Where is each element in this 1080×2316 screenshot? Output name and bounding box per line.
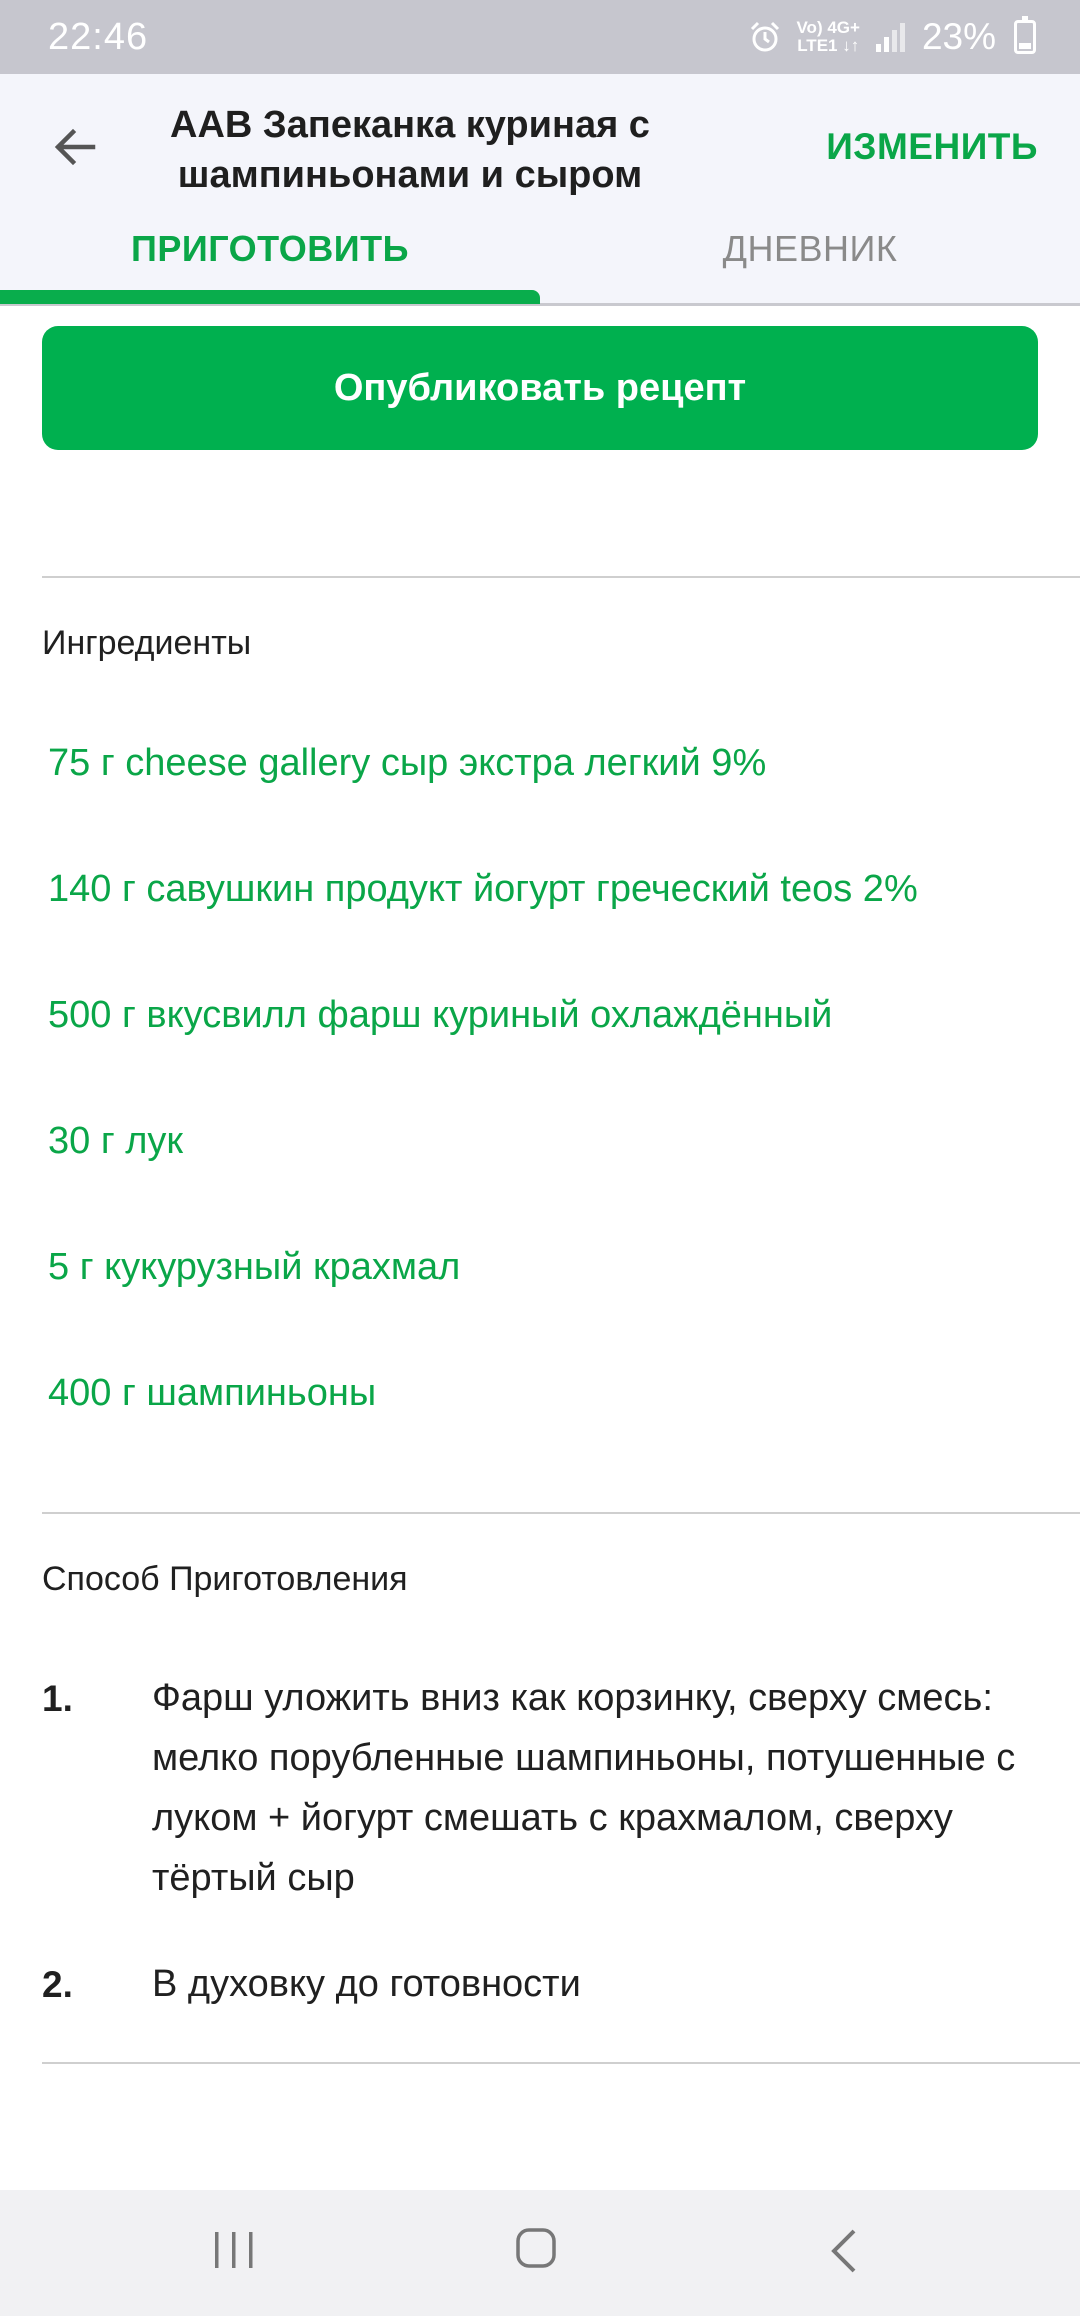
divider xyxy=(42,2062,1080,2064)
divider xyxy=(42,576,1080,578)
divider xyxy=(42,1512,1080,1514)
status-icons: Vo) 4G+ LTE1 ↓↑ 23% xyxy=(748,16,1036,58)
navigation-bar xyxy=(0,2190,1080,2316)
step-number: 2. xyxy=(42,1964,73,2005)
step-text: В духовку до готовности xyxy=(152,1963,581,2005)
active-tab-indicator xyxy=(0,290,540,304)
home-icon[interactable] xyxy=(514,2226,558,2270)
battery-icon xyxy=(1014,16,1036,54)
arrow-left-icon xyxy=(54,128,96,166)
step-text: Фарш уложить вниз как корзинку, сверху с… xyxy=(152,1677,1016,1899)
signal-icon xyxy=(875,23,905,52)
status-time: 22:46 xyxy=(48,15,149,58)
ingredients-title: Ингредиенты xyxy=(42,624,252,662)
recents-icon[interactable] xyxy=(212,2228,256,2272)
ingredient-item[interactable]: 400 г шампиньоны xyxy=(48,1372,376,1415)
battery-level xyxy=(1019,42,1031,49)
back-button[interactable] xyxy=(40,112,110,182)
tab-diary[interactable]: ДНЕВНИК xyxy=(540,226,1080,303)
page-title: AAB Запеканка куриная с шампиньонами и с… xyxy=(170,104,650,196)
app-header: AAB Запеканка куриная с шампиньонами и с… xyxy=(0,74,1080,306)
ingredient-item[interactable]: 5 г кукурузный крахмал xyxy=(48,1246,460,1289)
tab-cook-label: ПРИГОТОВИТЬ xyxy=(130,228,410,269)
back-nav-icon[interactable] xyxy=(822,2226,866,2276)
publish-recipe-button[interactable]: Опубликовать рецепт xyxy=(42,326,1038,450)
ingredient-item[interactable]: 500 г вкусвилл фарш куриный охлаждённый xyxy=(48,994,832,1037)
method-title: Способ Приготовления xyxy=(42,1560,408,1598)
network-line-1: Vo) 4G+ xyxy=(796,18,860,37)
network-indicator: Vo) 4G+ LTE1 ↓↑ xyxy=(796,19,859,55)
alarm-icon xyxy=(751,21,780,52)
network-line-2: LTE1 ↓↑ xyxy=(797,36,860,55)
battery-percent: 23% xyxy=(921,16,996,57)
step-number: 1. xyxy=(42,1678,73,1719)
ingredient-item[interactable]: 140 г савушкин продукт йогурт греческий … xyxy=(48,868,918,911)
status-bar: 22:46 Vo) 4G+ LTE1 ↓↑ 23% xyxy=(0,0,1080,74)
ingredient-item[interactable]: 75 г cheese gallery сыр экстра легкий 9% xyxy=(48,742,766,785)
edit-button[interactable]: ИЗМЕНИТЬ xyxy=(826,126,1038,168)
ingredient-item[interactable]: 30 г лук xyxy=(48,1120,183,1163)
tab-diary-label: ДНЕВНИК xyxy=(722,228,898,269)
